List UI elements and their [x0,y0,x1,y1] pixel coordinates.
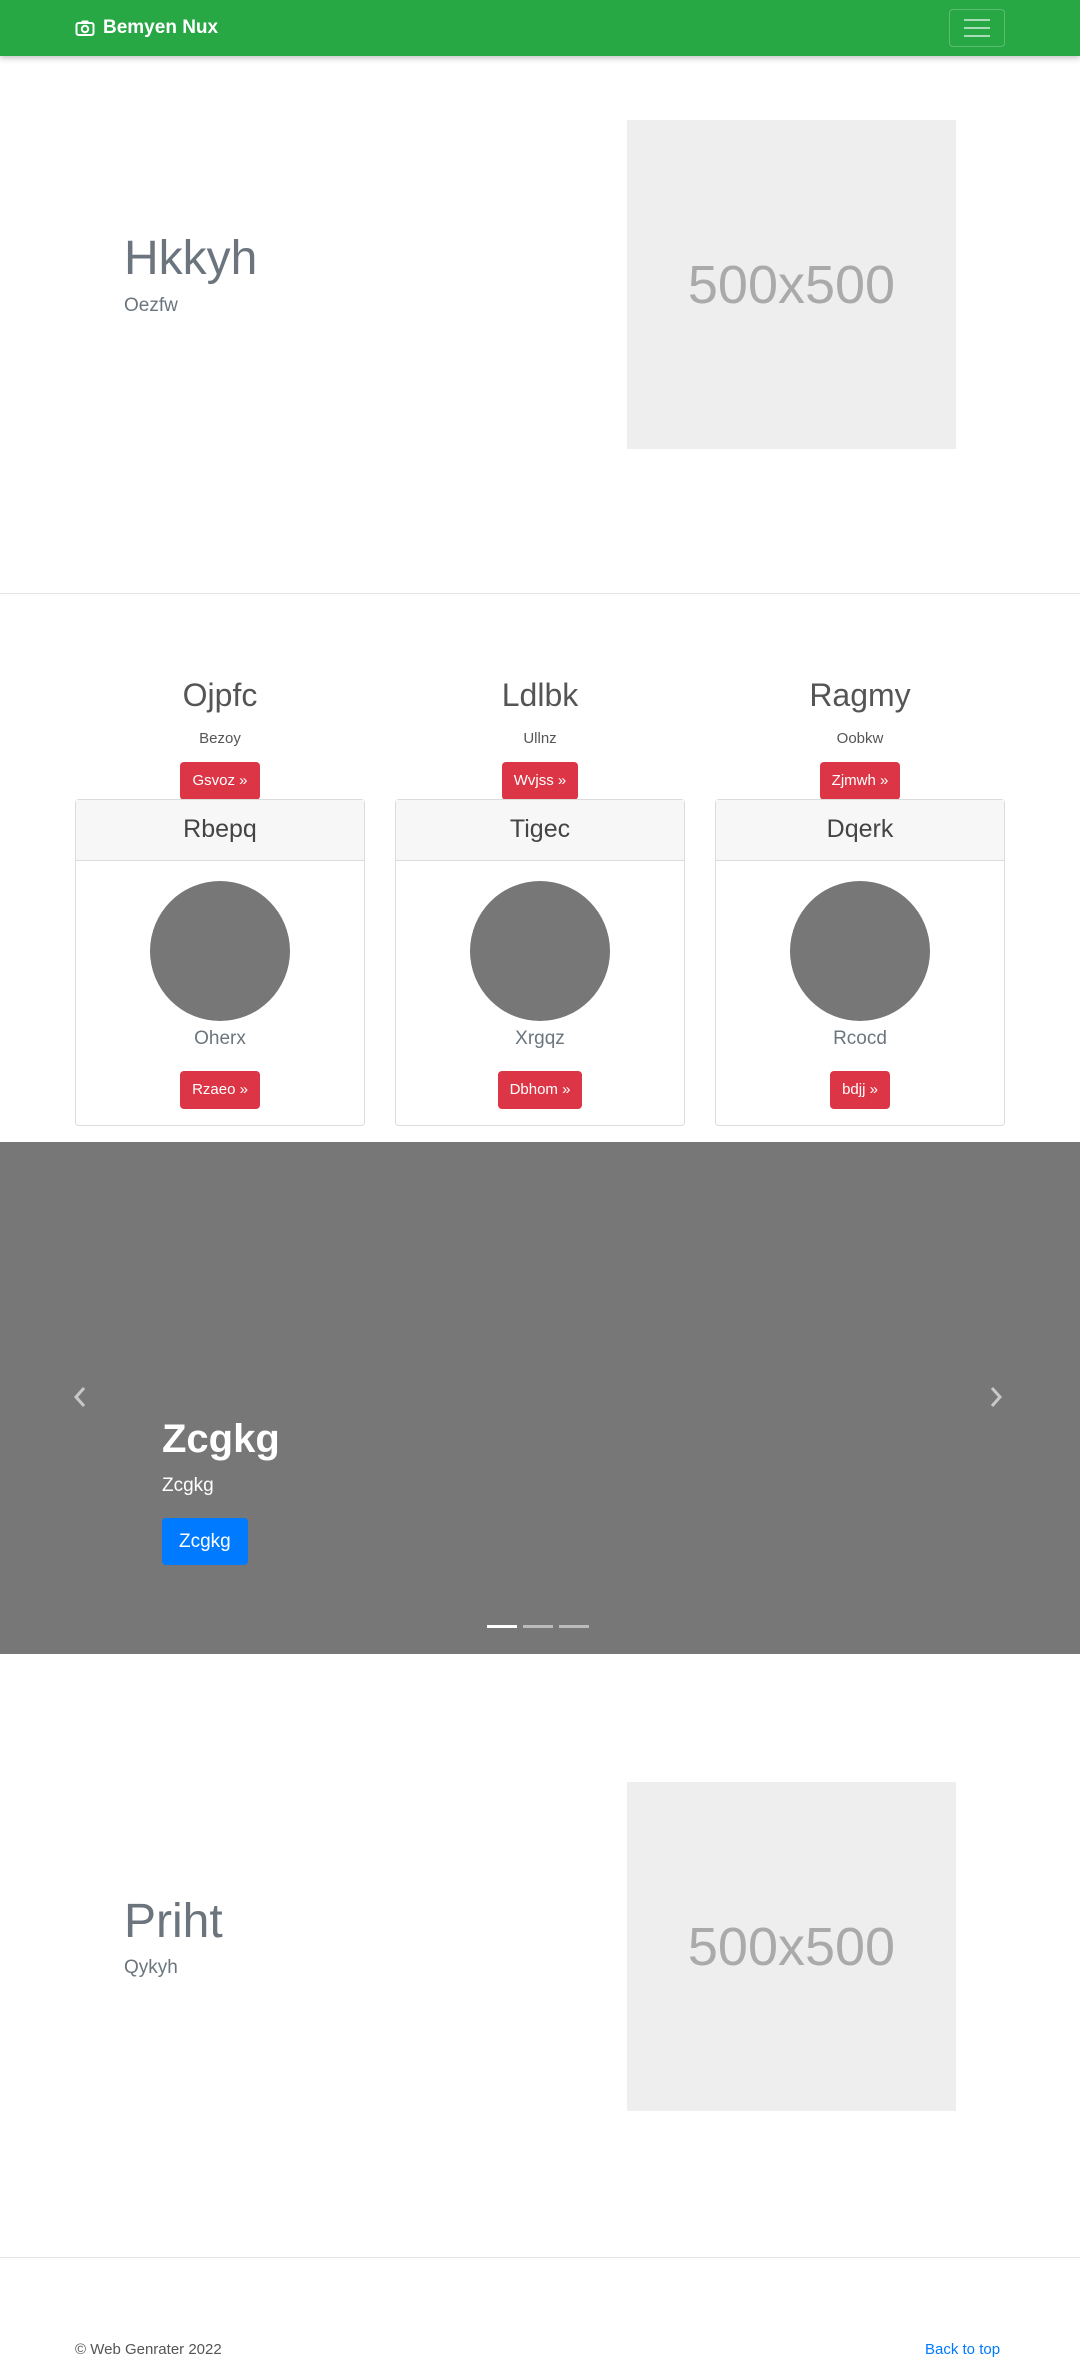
carousel-title: Zcgkg [162,1417,280,1461]
feature-heading: Priht [124,1895,223,1948]
carousel-indicator[interactable] [523,1625,553,1628]
card-header: Dqerk [716,800,1004,861]
column-heading: Ojpfc [182,677,258,713]
carousel: Zcgkg Zcgkg Zcgkg [0,1142,1080,1654]
card-button[interactable]: Rzaeo » [180,1071,260,1109]
column-2: Ldlbk Ullnz Wvjss » [395,675,685,800]
column-text: Bezoy [199,730,241,747]
chevron-right-icon[interactable] [988,1385,1004,1415]
feature-heading: Hkkyh [124,232,258,285]
placeholder-image: 500x500 [627,1782,956,2111]
placeholder-image: 500x500 [627,120,956,449]
column-3: Ragmy Oobkw Zjmwh » [715,675,1005,800]
column-text: Oobkw [836,730,884,747]
card-button[interactable]: bdjj » [830,1071,890,1109]
carousel-indicator[interactable] [559,1625,589,1628]
avatar-image [150,881,290,1021]
carousel-indicators [487,1625,589,1628]
footer-copyright: © Web Genrater 2022 [75,2341,222,2358]
card-button[interactable]: Dbhom » [497,1071,583,1109]
card-2: Tigec Xrgqz Dbhom » [395,799,685,1126]
divider [0,593,1080,594]
column-button[interactable]: Gsvoz » [180,762,260,800]
feature-text: Oezfw [124,295,178,316]
column-text: Ullnz [523,730,557,747]
card-title: Xrgqz [515,1028,565,1049]
card-3: Dqerk Rcocd bdjj » [715,799,1005,1126]
column-heading: Ragmy [809,677,911,713]
divider [0,2257,1080,2258]
avatar-image [470,881,610,1021]
card-title: Oherx [194,1028,246,1049]
carousel-indicator[interactable] [487,1625,517,1628]
column-button[interactable]: Zjmwh » [819,762,901,800]
card-header: Rbepq [76,800,364,861]
feature-text: Qykyh [124,1957,178,1978]
card-title: Rcocd [833,1028,887,1049]
card-1: Rbepq Oherx Rzaeo » [75,799,365,1126]
column-heading: Ldlbk [501,677,579,713]
avatar-image [790,881,930,1021]
chevron-left-icon[interactable] [72,1385,88,1415]
back-to-top-link[interactable]: Back to top [925,2341,1000,2359]
column-1: Ojpfc Bezoy Gsvoz » [75,675,365,800]
card-header: Tigec [396,800,684,861]
feature-section-2: Priht Qykyh 500x500 [0,1654,1080,2254]
feature-section-1: Hkkyh Oezfw 500x500 [0,0,1080,590]
column-button[interactable]: Wvjss » [501,762,579,800]
carousel-button[interactable]: Zcgkg [162,1518,248,1565]
carousel-text: Zcgkg [162,1475,214,1496]
